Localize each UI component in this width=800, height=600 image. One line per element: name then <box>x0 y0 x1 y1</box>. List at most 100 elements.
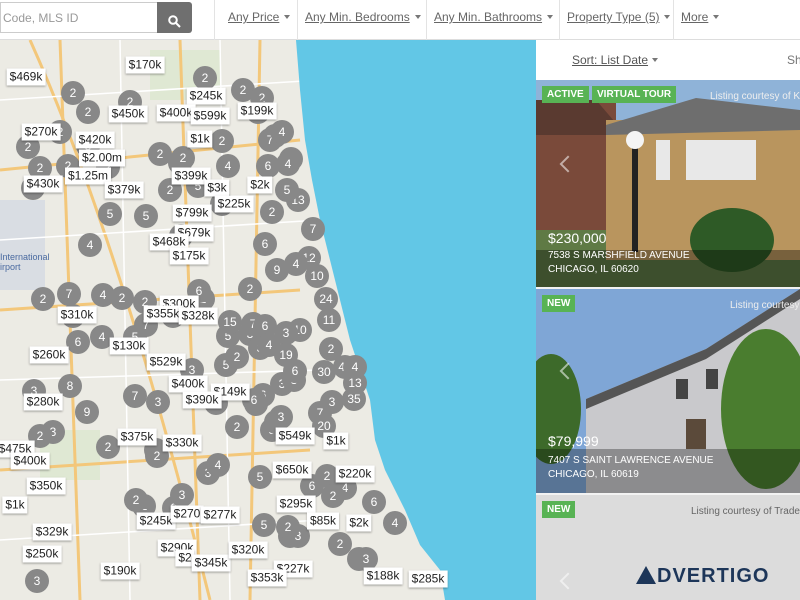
map-cluster-marker[interactable]: 2 <box>124 488 148 512</box>
sort-dropdown[interactable]: Sort: List Date <box>572 53 659 67</box>
map-price-marker[interactable]: $329k <box>32 523 72 541</box>
map-price-marker[interactable]: $390k <box>182 391 222 409</box>
search-input[interactable] <box>0 2 158 33</box>
map-cluster-marker[interactable]: 9 <box>75 400 99 424</box>
map-cluster-marker[interactable]: 3 <box>269 405 293 429</box>
map-cluster-marker[interactable]: 6 <box>253 232 277 256</box>
map-cluster-marker[interactable]: 2 <box>148 142 172 166</box>
map-cluster-marker[interactable]: 5 <box>248 465 272 489</box>
map-cluster-marker[interactable]: 2 <box>276 515 300 539</box>
map-cluster-marker[interactable]: 2 <box>193 66 217 90</box>
map-cluster-marker[interactable]: 3 <box>146 390 170 414</box>
map-price-marker[interactable]: $328k <box>178 307 218 325</box>
map-cluster-marker[interactable]: 4 <box>383 511 407 535</box>
map-cluster-marker[interactable]: 4 <box>276 152 300 176</box>
map-price-marker[interactable]: $190k <box>100 562 140 580</box>
map-cluster-marker[interactable]: 5 <box>98 202 122 226</box>
map-cluster-marker[interactable]: 5 <box>252 513 276 537</box>
map-price-marker[interactable]: $2k <box>346 514 372 532</box>
map-cluster-marker[interactable]: 4 <box>206 453 230 477</box>
map-price-marker[interactable]: $353k <box>247 569 287 587</box>
map-price-marker[interactable]: $199k <box>237 102 277 120</box>
listing-card[interactable]: NEW Listing courtesy $79,999 7407 S SAIN… <box>536 289 800 493</box>
map-price-marker[interactable]: $355k <box>143 305 183 323</box>
map-cluster-marker[interactable]: 2 <box>225 415 249 439</box>
map-cluster-marker[interactable]: 3 <box>170 483 194 507</box>
map-price-marker[interactable]: $295k <box>276 495 316 513</box>
map-cluster-marker[interactable]: 10 <box>305 264 329 288</box>
map-price-marker[interactable]: $188k <box>363 567 403 585</box>
map-price-marker[interactable]: $280k <box>23 393 63 411</box>
filter-bedrooms[interactable]: Any Min. Bedrooms <box>305 10 421 24</box>
map-price-marker[interactable]: $469k <box>6 68 46 86</box>
map-price-marker[interactable]: $260k <box>29 346 69 364</box>
map-price-marker[interactable]: $175k <box>169 247 209 265</box>
map-cluster-marker[interactable]: 7 <box>301 217 325 241</box>
map-price-marker[interactable]: $270 <box>170 505 204 523</box>
map-cluster-marker[interactable]: 2 <box>110 286 134 310</box>
map-price-marker[interactable]: $650k <box>272 461 312 479</box>
map-cluster-marker[interactable]: 4 <box>216 154 240 178</box>
map-cluster-marker[interactable]: 2 <box>328 532 352 556</box>
map-price-marker[interactable]: $430k <box>23 175 63 193</box>
map-price-marker[interactable]: $2k <box>247 176 273 194</box>
map-price-marker[interactable]: $379k <box>104 181 144 199</box>
map-cluster-marker[interactable]: 7 <box>57 282 81 306</box>
listing-card[interactable]: ACTIVE VIRTUAL TOUR Listing courtesy of … <box>536 80 800 287</box>
map-price-marker[interactable]: $2.00m <box>78 149 126 167</box>
map-cluster-marker[interactable]: 2 <box>171 146 195 170</box>
map-price-marker[interactable]: $270k <box>21 123 61 141</box>
map-cluster-marker[interactable]: 4 <box>78 233 102 257</box>
map-price-marker[interactable]: $3k <box>204 179 230 197</box>
map-price-marker[interactable]: $1k <box>323 432 349 450</box>
filter-price[interactable]: Any Price <box>228 10 291 24</box>
map-cluster-marker[interactable]: 6 <box>66 330 90 354</box>
map-price-marker[interactable]: $285k <box>408 570 448 588</box>
map-price-marker[interactable]: $277k <box>200 506 240 524</box>
map-price-marker[interactable]: $320k <box>228 541 268 559</box>
map-cluster-marker[interactable]: 4 <box>343 355 367 379</box>
map-cluster-marker[interactable]: 35 <box>342 387 366 411</box>
map-price-marker[interactable]: $330k <box>162 434 202 452</box>
map-cluster-marker[interactable]: 3 <box>25 569 49 593</box>
map-cluster-marker[interactable]: 4 <box>284 252 308 276</box>
show-dropdown[interactable]: Sh <box>787 53 800 67</box>
map-price-marker[interactable]: $400k <box>156 104 196 122</box>
map-price-marker[interactable]: $220k <box>335 465 375 483</box>
map-price-marker[interactable]: $130k <box>109 337 149 355</box>
map-price-marker[interactable]: $549k <box>275 427 315 445</box>
map-price-marker[interactable]: $310k <box>57 306 97 324</box>
map-price-marker[interactable]: $345k <box>191 554 231 572</box>
map-view[interactable]: International irport 2222222232222232442… <box>0 40 536 600</box>
map-price-marker[interactable]: $420k <box>75 131 115 149</box>
map-price-marker[interactable]: $799k <box>172 204 212 222</box>
map-cluster-marker[interactable]: 2 <box>321 484 345 508</box>
map-cluster-marker[interactable]: 2 <box>210 129 234 153</box>
map-price-marker[interactable]: $375k <box>117 428 157 446</box>
map-cluster-marker[interactable]: 11 <box>317 308 341 332</box>
virtual-tour-badge[interactable]: VIRTUAL TOUR <box>592 86 677 103</box>
map-cluster-marker[interactable]: 7 <box>123 384 147 408</box>
map-cluster-marker[interactable]: 15 <box>218 310 242 334</box>
filter-more[interactable]: More <box>681 10 720 24</box>
map-cluster-marker[interactable]: 2 <box>31 287 55 311</box>
map-cluster-marker[interactable]: 2 <box>238 277 262 301</box>
map-price-marker[interactable]: $400k <box>10 452 50 470</box>
filter-property-type[interactable]: Property Type (5) <box>567 10 671 24</box>
map-price-marker[interactable]: $250k <box>22 545 62 563</box>
map-cluster-marker[interactable]: 2 <box>96 435 120 459</box>
map-price-marker[interactable]: $1k <box>2 496 28 514</box>
map-cluster-marker[interactable]: 4 <box>270 120 294 144</box>
map-price-marker[interactable]: $170k <box>125 56 165 74</box>
map-cluster-marker[interactable]: 4 <box>257 333 281 357</box>
map-cluster-marker[interactable]: 2 <box>76 100 100 124</box>
map-cluster-marker[interactable]: 5 <box>134 204 158 228</box>
map-price-marker[interactable]: $245k <box>136 512 176 530</box>
map-price-marker[interactable]: $225k <box>214 195 254 213</box>
filter-bathrooms[interactable]: Any Min. Bathrooms <box>434 10 554 24</box>
map-cluster-marker[interactable]: 2 <box>225 345 249 369</box>
map-price-marker[interactable]: $1k <box>187 130 213 148</box>
map-cluster-marker[interactable]: 5 <box>275 178 299 202</box>
map-price-marker[interactable]: $529k <box>146 353 186 371</box>
map-cluster-marker[interactable]: 6 <box>283 359 307 383</box>
